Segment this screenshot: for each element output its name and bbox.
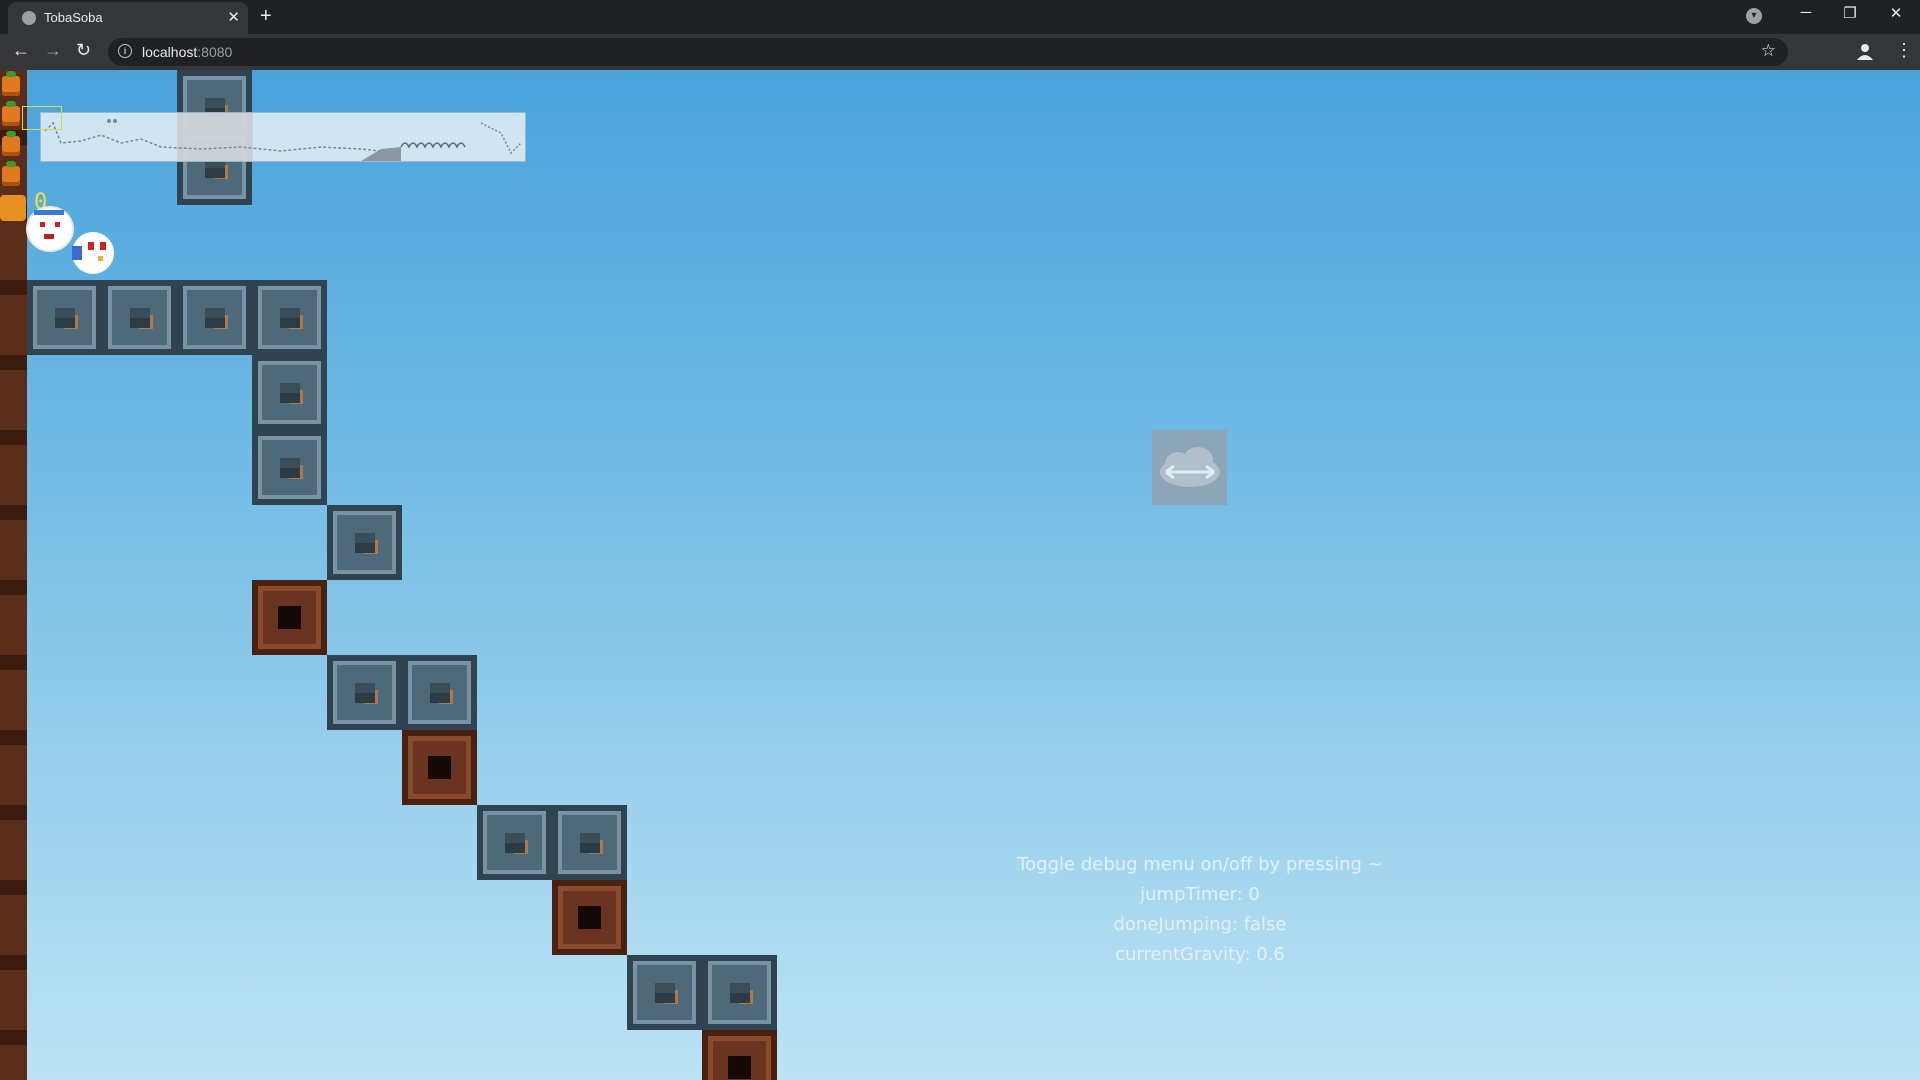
player-mouth (44, 234, 54, 239)
stone-block (327, 505, 402, 580)
debug-current-gravity: currentGravity: 0.6 (1115, 944, 1285, 965)
dirt-block (552, 880, 627, 955)
cloud-powerup (1152, 430, 1227, 505)
info-icon[interactable]: i (118, 44, 132, 58)
companion-eye (88, 242, 94, 250)
companion-band (72, 246, 82, 260)
tab-search-icon[interactable]: ▾ (1746, 8, 1762, 24)
companion-nose (98, 256, 103, 261)
url-text[interactable]: localhost:8080 (142, 44, 232, 60)
profile-icon[interactable] (1855, 42, 1875, 62)
debug-overlay: Toggle debug menu on/off by pressing ~ j… (900, 850, 1500, 970)
companion-eye (100, 242, 106, 250)
tab-title: TobaSoba (44, 10, 103, 25)
minimap-view-frame (22, 106, 62, 130)
reload-icon[interactable]: ↻ (76, 40, 91, 61)
menu-icon[interactable]: ⋮ (1895, 40, 1913, 61)
url-port: :8080 (197, 44, 233, 60)
minimap-terrain (44, 113, 522, 161)
dirt-block (702, 1030, 777, 1080)
debug-jump-timer: jumpTimer: 0 (1140, 884, 1260, 905)
stone-block (252, 430, 327, 505)
stone-block (702, 955, 777, 1030)
favicon-icon (22, 11, 36, 25)
player-character (28, 208, 72, 250)
stone-block (252, 280, 327, 355)
companion-character (72, 232, 114, 274)
close-window-icon[interactable]: ✕ (1876, 4, 1916, 22)
game-canvas[interactable]: 0 Toggle debug menu on/off by pressing ~… (0, 70, 1920, 1080)
stone-block (102, 280, 177, 355)
player-hat (34, 210, 64, 215)
stone-block (27, 280, 102, 355)
health-icon (2, 131, 20, 156)
stone-block (177, 280, 252, 355)
stone-block (252, 355, 327, 430)
dirt-wall (0, 70, 27, 1080)
back-arrow-icon[interactable]: ← (12, 40, 30, 61)
stone-block (627, 955, 702, 1030)
level-minimap (40, 112, 526, 162)
stone-block (552, 805, 627, 880)
browser-tab[interactable]: TobaSoba ✕ (8, 2, 248, 34)
minimize-icon[interactable]: ─ (1786, 4, 1826, 21)
dirt-block (252, 580, 327, 655)
debug-done-jumping: doneJumping: false (1113, 914, 1287, 935)
close-tab-icon[interactable]: ✕ (227, 8, 240, 26)
coin-icon (0, 195, 26, 221)
stone-block (402, 655, 477, 730)
health-icon (2, 71, 20, 96)
player-eye (40, 222, 45, 227)
player-eye (55, 222, 60, 227)
health-icon (2, 161, 20, 186)
browser-toolbar: ← → ↻ i localhost:8080 ☆ (0, 34, 1920, 70)
stone-block (477, 805, 552, 880)
health-icon (2, 101, 20, 126)
new-tab-button[interactable]: + (260, 5, 272, 28)
debug-toggle-hint: Toggle debug menu on/off by pressing ~ (1017, 854, 1383, 875)
cloud-arrows-icon (1160, 447, 1220, 487)
forward-arrow-icon[interactable]: → (44, 40, 62, 61)
dirt-block (402, 730, 477, 805)
browser-tab-bar: TobaSoba ✕ + ▾ ─ ❐ ✕ (0, 0, 1920, 34)
url-host: localhost (142, 44, 198, 60)
address-bar[interactable]: i localhost:8080 ☆ (108, 38, 1788, 66)
stone-block (327, 655, 402, 730)
restore-icon[interactable]: ❐ (1830, 4, 1870, 22)
star-icon[interactable]: ☆ (1761, 41, 1776, 61)
